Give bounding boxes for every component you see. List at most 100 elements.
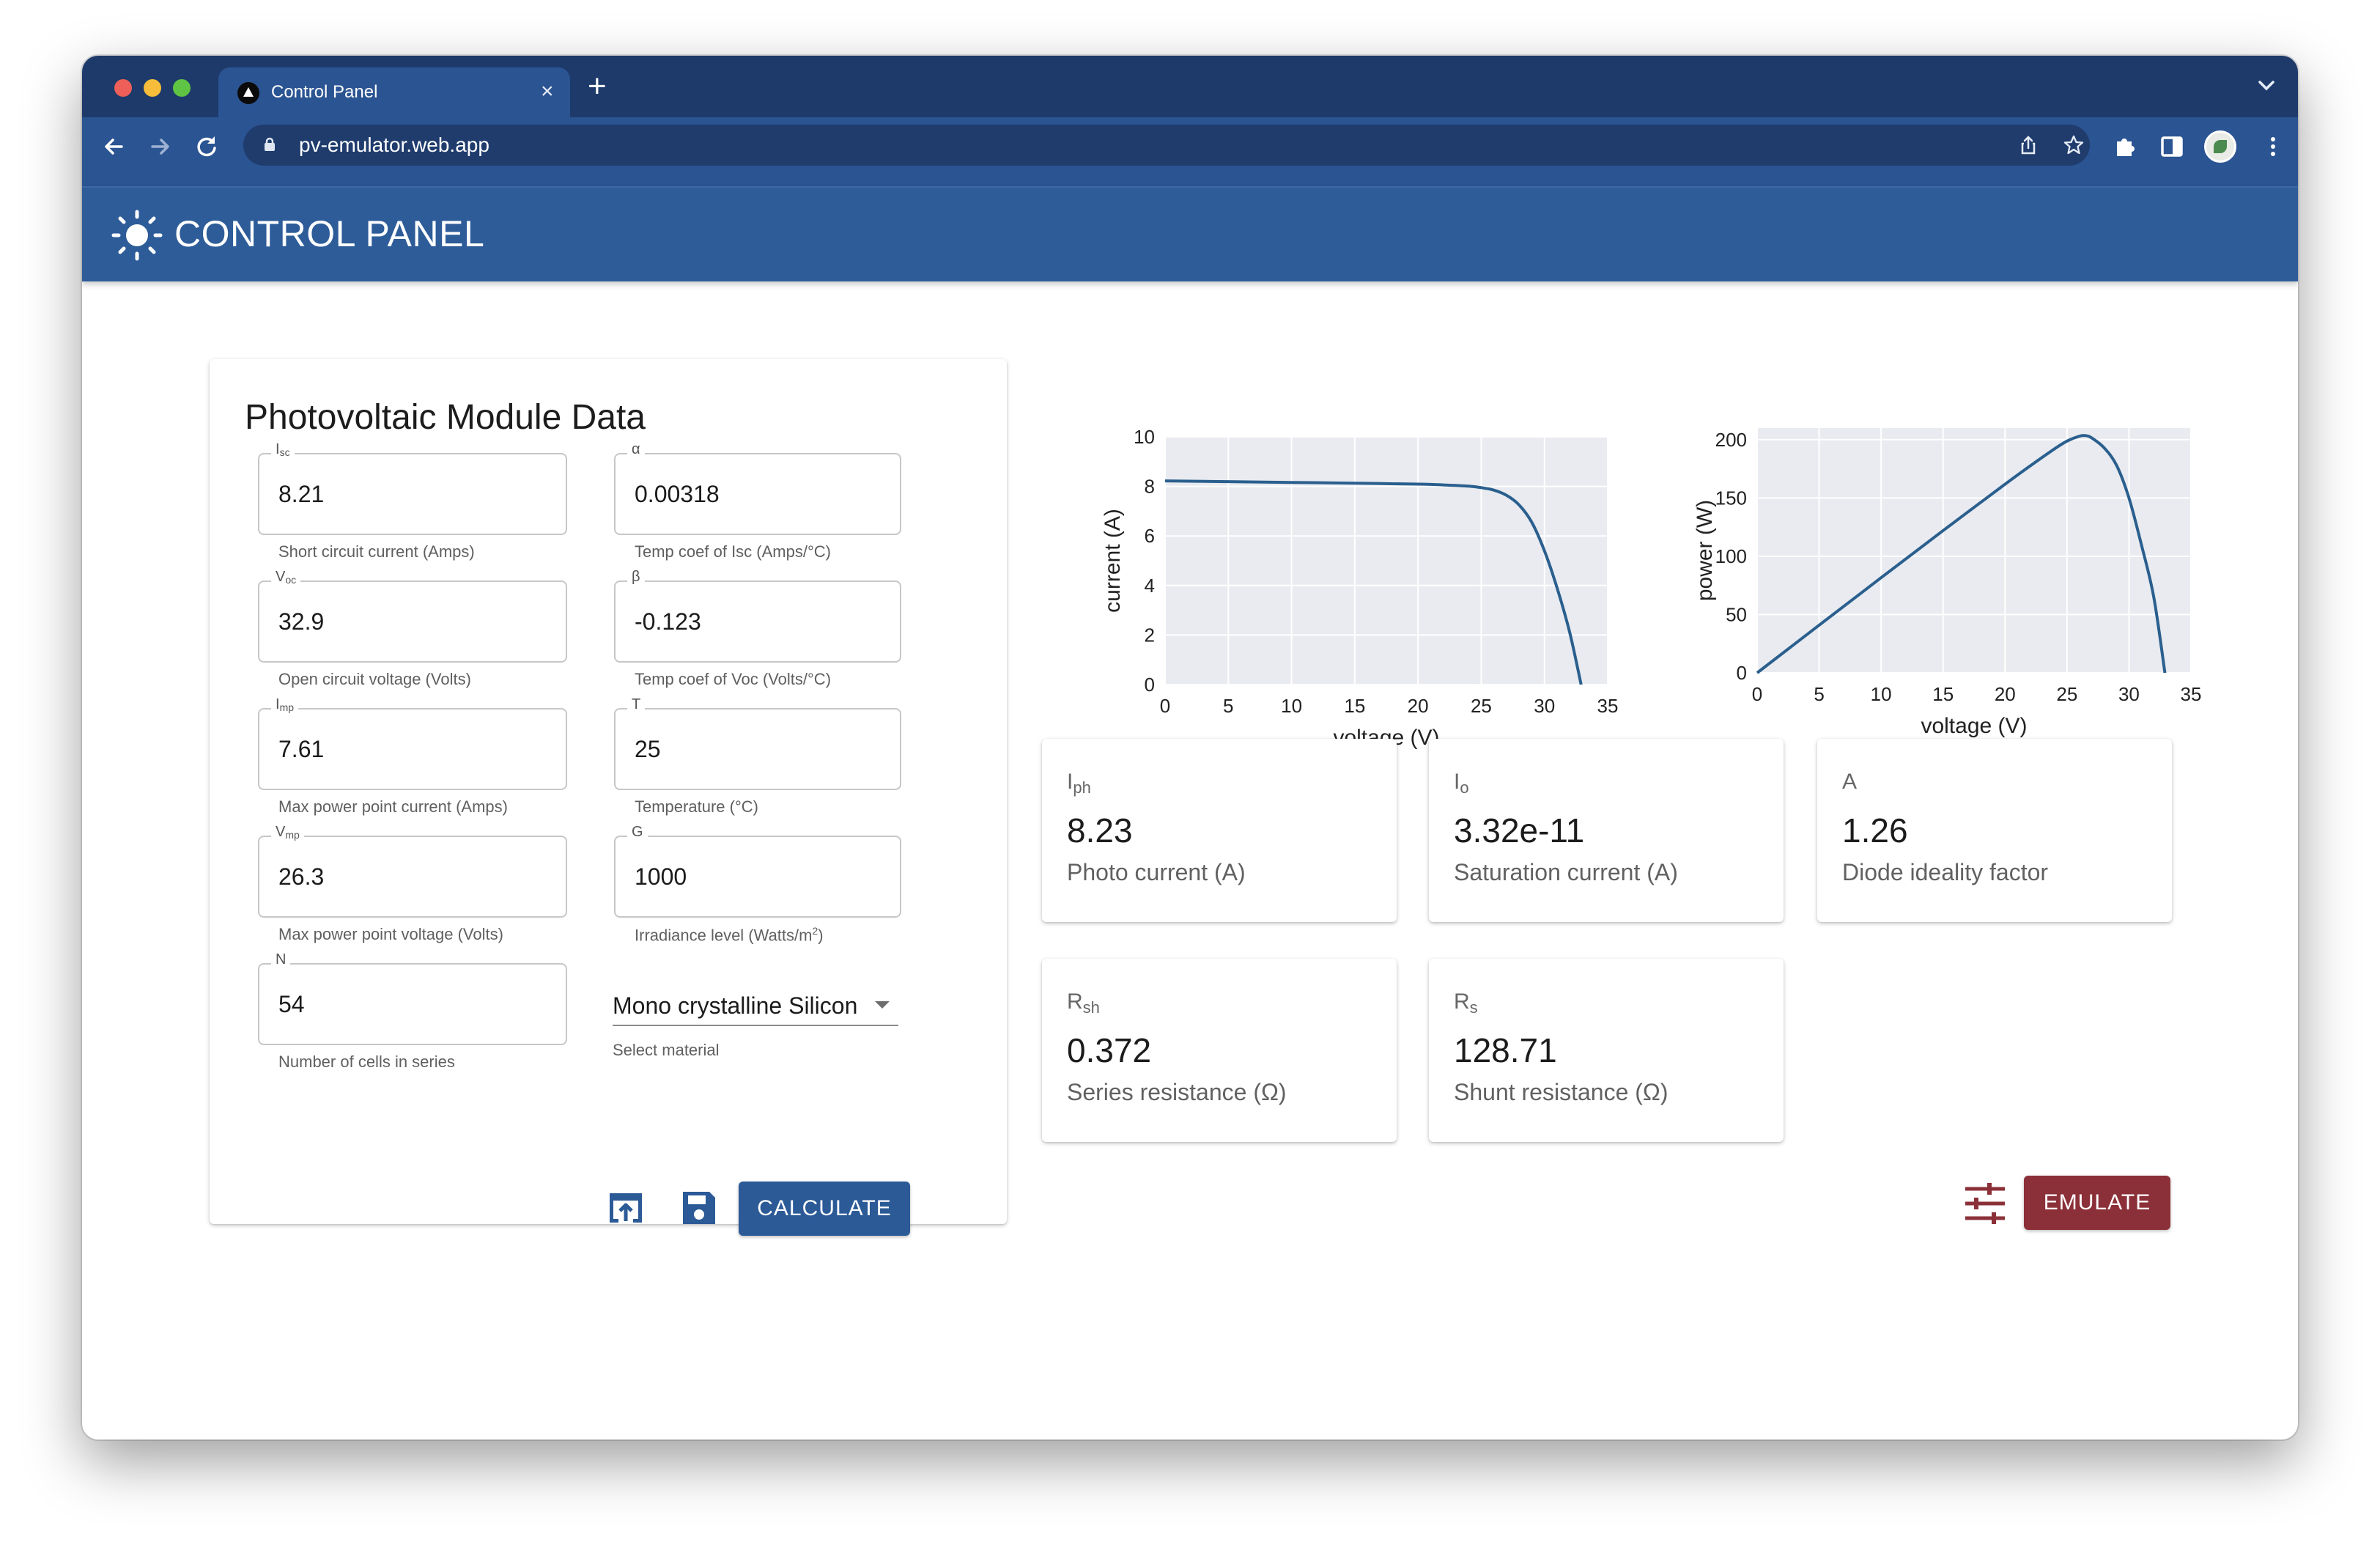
cells-input[interactable] — [278, 991, 498, 1018]
y-tick-label: 10 — [1134, 426, 1155, 448]
lock-icon — [265, 137, 275, 151]
stat-description: Photo current (A) — [1067, 859, 1246, 885]
field-label: α — [627, 441, 645, 458]
ideality-factor-card: A 1.26 Diode ideality factor — [1817, 739, 2172, 922]
stat-description: Saturation current (A) — [1454, 859, 1678, 885]
plot-area — [1757, 428, 2191, 673]
share-icon[interactable] — [2017, 133, 2040, 157]
new-tab-button[interactable]: + — [588, 70, 607, 103]
x-tick-label: 0 — [1160, 695, 1170, 717]
field-label: Imp — [271, 696, 299, 713]
y-tick-label: 4 — [1145, 575, 1155, 597]
field-help-text: Max power point current (Amps) — [278, 797, 508, 816]
emulate-button[interactable]: EMULATE — [2024, 1176, 2170, 1230]
rsh-card: Rsh 0.372 Series resistance (Ω) — [1042, 959, 1397, 1142]
field-help-text: Number of cells in series — [278, 1053, 455, 1071]
field-label: Isc — [271, 441, 295, 458]
save-icon[interactable] — [679, 1187, 720, 1228]
stat-value: 3.32e-11 — [1454, 811, 1585, 849]
stat-label: Rsh — [1067, 989, 1100, 1017]
y-tick-label: 0 — [1737, 662, 1747, 684]
extensions-puzzle-icon[interactable] — [2110, 132, 2140, 161]
field-label: β — [627, 569, 645, 586]
y-tick-label: 200 — [1715, 429, 1747, 451]
stat-label: Io — [1454, 770, 1469, 797]
field-help-text: Temperature (°C) — [635, 797, 758, 816]
x-tick-label: 25 — [2056, 683, 2077, 705]
field-label: N — [271, 951, 291, 968]
x-tick-label: 35 — [1597, 695, 1619, 717]
side-panel-icon[interactable] — [2157, 132, 2187, 161]
stat-label: A — [1842, 770, 1858, 794]
kebab-menu-icon[interactable] — [2258, 132, 2288, 161]
voc-input-box: Voc — [258, 569, 567, 663]
stat-value: 0.372 — [1067, 1031, 1152, 1069]
rs-card: Rs 128.71 Shunt resistance (Ω) — [1429, 959, 1784, 1142]
stat-description: Shunt resistance (Ω) — [1454, 1079, 1668, 1105]
x-tick-label: 30 — [1534, 695, 1555, 717]
x-tick-label: 35 — [2181, 683, 2202, 705]
saturation-current-card: Io 3.32e-11 Saturation current (A) — [1429, 739, 1784, 922]
browser-window: Control Panel × + pv-emulator.web.app CO… — [82, 56, 2298, 1440]
module-data-card: Photovoltaic Module Data Isc Short circu… — [210, 359, 1007, 1236]
sun-icon — [111, 210, 163, 261]
temperature-input-box: T — [614, 696, 901, 790]
browser-toolbar: pv-emulator.web.app — [82, 117, 2298, 186]
material-select[interactable]: Mono crystalline Silicon — [613, 982, 898, 1026]
maximize-window-button[interactable] — [173, 79, 191, 97]
alpha-input[interactable] — [635, 481, 854, 508]
imp-input[interactable] — [278, 736, 498, 763]
close-window-button[interactable] — [114, 79, 132, 97]
url-text: pv-emulator.web.app — [299, 133, 489, 156]
x-tick-label: 10 — [1281, 695, 1302, 717]
browser-tab[interactable]: Control Panel × — [218, 67, 570, 117]
caret-down-icon — [875, 1001, 890, 1009]
x-tick-label: 20 — [1408, 695, 1429, 717]
imp-input-box: Imp — [258, 696, 567, 790]
stat-value: 1.26 — [1842, 811, 1908, 849]
calculate-button[interactable]: CALCULATE — [739, 1182, 910, 1236]
field-label: Vmp — [271, 824, 304, 841]
beta-input[interactable] — [635, 608, 854, 635]
y-tick-label: 8 — [1145, 476, 1155, 498]
vmp-input[interactable] — [278, 863, 498, 891]
stat-label: Rs — [1454, 989, 1478, 1017]
photo-current-card: Iph 8.23 Photo current (A) — [1042, 739, 1397, 922]
isc-input[interactable] — [278, 481, 498, 508]
chevron-down-icon[interactable] — [2254, 75, 2279, 97]
field-help-text: Temp coef of Isc (Amps/°C) — [635, 542, 831, 561]
minimize-window-button[interactable] — [144, 79, 161, 97]
field-help-text: Short circuit current (Amps) — [278, 542, 475, 561]
tab-title: Control Panel — [271, 82, 378, 102]
y-axis-label: power (W) — [1693, 500, 1717, 601]
x-tick-label: 25 — [1471, 695, 1492, 717]
forward-arrow-icon[interactable] — [145, 132, 174, 161]
temperature-input[interactable] — [635, 736, 854, 763]
x-tick-label: 15 — [1932, 683, 1954, 705]
reload-icon[interactable] — [192, 132, 221, 161]
y-tick-label: 150 — [1715, 487, 1747, 509]
field-help-text: Irradiance level (Watts/m2) — [635, 925, 824, 945]
back-arrow-icon[interactable] — [100, 132, 129, 161]
stat-value: 128.71 — [1454, 1031, 1557, 1069]
bookmark-star-icon[interactable] — [2062, 133, 2085, 157]
field-help-text: Max power point voltage (Volts) — [278, 925, 503, 943]
stat-description: Diode ideality factor — [1842, 859, 2049, 885]
x-tick-label: 5 — [1814, 683, 1824, 705]
x-tick-label: 20 — [1995, 683, 2016, 705]
stat-label: Iph — [1067, 770, 1091, 797]
irradiance-input[interactable] — [635, 863, 854, 891]
cells-input-box: N — [258, 951, 567, 1045]
tune-settings-icon[interactable] — [1962, 1182, 2008, 1226]
y-tick-label: 6 — [1145, 525, 1155, 547]
voc-input[interactable] — [278, 608, 498, 635]
address-bar[interactable]: pv-emulator.web.app — [243, 125, 2090, 166]
tab-close-icon[interactable]: × — [541, 79, 554, 104]
isc-input-box: Isc — [258, 441, 567, 535]
iv-curve-chart: 0 5 10 15 20 25 30 350246810voltage (V)current … — [1101, 426, 1619, 750]
open-file-icon[interactable] — [605, 1187, 646, 1228]
stat-value: 8.23 — [1067, 811, 1133, 849]
x-tick-label: 30 — [2118, 683, 2140, 705]
material-select-value: Mono crystalline Silicon — [613, 992, 858, 1019]
profile-avatar[interactable] — [2204, 130, 2236, 163]
